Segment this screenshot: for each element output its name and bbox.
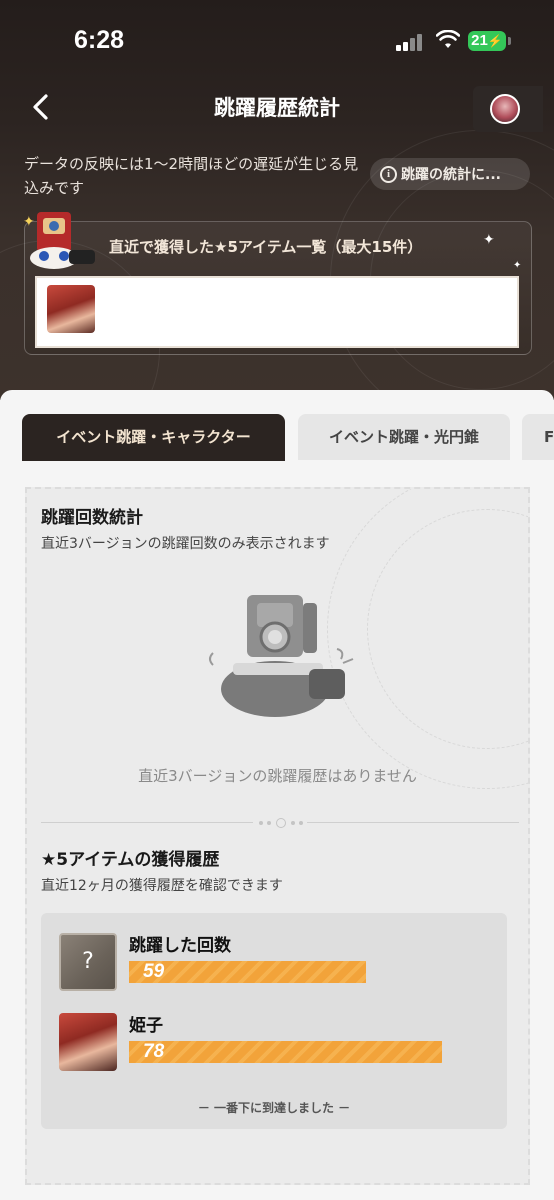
- himeko-portrait-icon[interactable]: [47, 285, 95, 333]
- five-star-history-subtitle: 直近12ヶ月の獲得履歴を確認できます: [41, 878, 283, 894]
- svg-text:✦: ✦: [23, 214, 35, 230]
- five-star-history-list: ? 跳躍した回数 59 姫子 78 － 一番下に到達しました －: [41, 913, 507, 1129]
- pity-count: 59: [143, 961, 165, 982]
- sparkle-icon: ✦: [483, 232, 495, 248]
- profile-switch-button[interactable]: [473, 86, 543, 132]
- end-of-list-note: － 一番下に到達しました －: [197, 1101, 351, 1115]
- section-divider: [41, 817, 519, 829]
- pity-count-bar: 78: [129, 1041, 442, 1063]
- recent-title: 直近で獲得した★5アイテム一覧（最大15件）: [109, 238, 423, 256]
- tab-event-light-cone[interactable]: イベント跳躍・光円錐: [298, 414, 510, 460]
- stats-info-label: 跳躍の統計に...: [401, 167, 501, 183]
- history-row-name: 姫子: [129, 1016, 163, 1036]
- tab-event-character[interactable]: イベント跳躍・キャラクター: [22, 414, 285, 460]
- history-row-name: 跳躍した回数: [129, 936, 231, 956]
- pity-count: 78: [143, 1041, 165, 1062]
- content-sheet: イベント跳躍・キャラクター イベント跳躍・光円錐 F 跳躍回数統計 直近3バージ…: [0, 390, 554, 1200]
- status-time: 6:28: [74, 26, 125, 54]
- unknown-item-icon: ?: [59, 933, 117, 991]
- battery-nub: [508, 37, 511, 45]
- five-star-history-title: ★5アイテムの獲得履歴: [41, 850, 220, 870]
- pom-pom-mascot-icon: ✦: [23, 212, 95, 269]
- delay-notice: データの反映には1〜2時間ほどの遅延が生じる見込みです: [24, 155, 359, 197]
- recent-five-star-card: ✦ 直近で獲得した★5アイテム一覧（最大15件） ✦ ✦: [23, 212, 532, 355]
- himeko-portrait-icon: [59, 1013, 117, 1071]
- banner-tabs: イベント跳躍・キャラクター イベント跳躍・光円錐 F: [22, 414, 554, 462]
- info-icon: i: [380, 165, 397, 183]
- jump-stats-subtitle: 直近3バージョンの跳躍回数のみ表示されます: [41, 536, 330, 552]
- active-tab-indicator: [22, 458, 285, 461]
- history-row[interactable]: ? 跳躍した回数 59: [59, 931, 499, 991]
- stats-panel: 跳躍回数統計 直近3バージョンの跳躍回数のみ表示されます 直近3バージョンの跳躍…: [25, 487, 530, 1185]
- wifi-icon: [436, 30, 460, 48]
- empty-state-mascot-icon: [209, 595, 354, 717]
- empty-state-text: 直近3バージョンの跳躍履歴はありません: [138, 767, 417, 785]
- stats-info-button[interactable]: i 跳躍の統計に...: [370, 158, 530, 190]
- pity-count-bar: 59: [129, 961, 366, 983]
- status-bar: 6:28 21⚡: [0, 0, 554, 82]
- history-row[interactable]: 姫子 78: [59, 1011, 499, 1071]
- page-title: 跳躍履歴統計: [214, 96, 340, 120]
- avatar: [490, 94, 520, 124]
- jump-stats-title: 跳躍回数統計: [41, 508, 143, 528]
- sparkle-icon: ✦: [513, 260, 522, 271]
- battery-level: 21: [471, 32, 488, 49]
- battery-icon: 21⚡: [468, 31, 506, 51]
- cellular-signal-icon: [396, 33, 424, 51]
- recent-item-list: [35, 276, 519, 348]
- tab-more[interactable]: F: [522, 414, 554, 460]
